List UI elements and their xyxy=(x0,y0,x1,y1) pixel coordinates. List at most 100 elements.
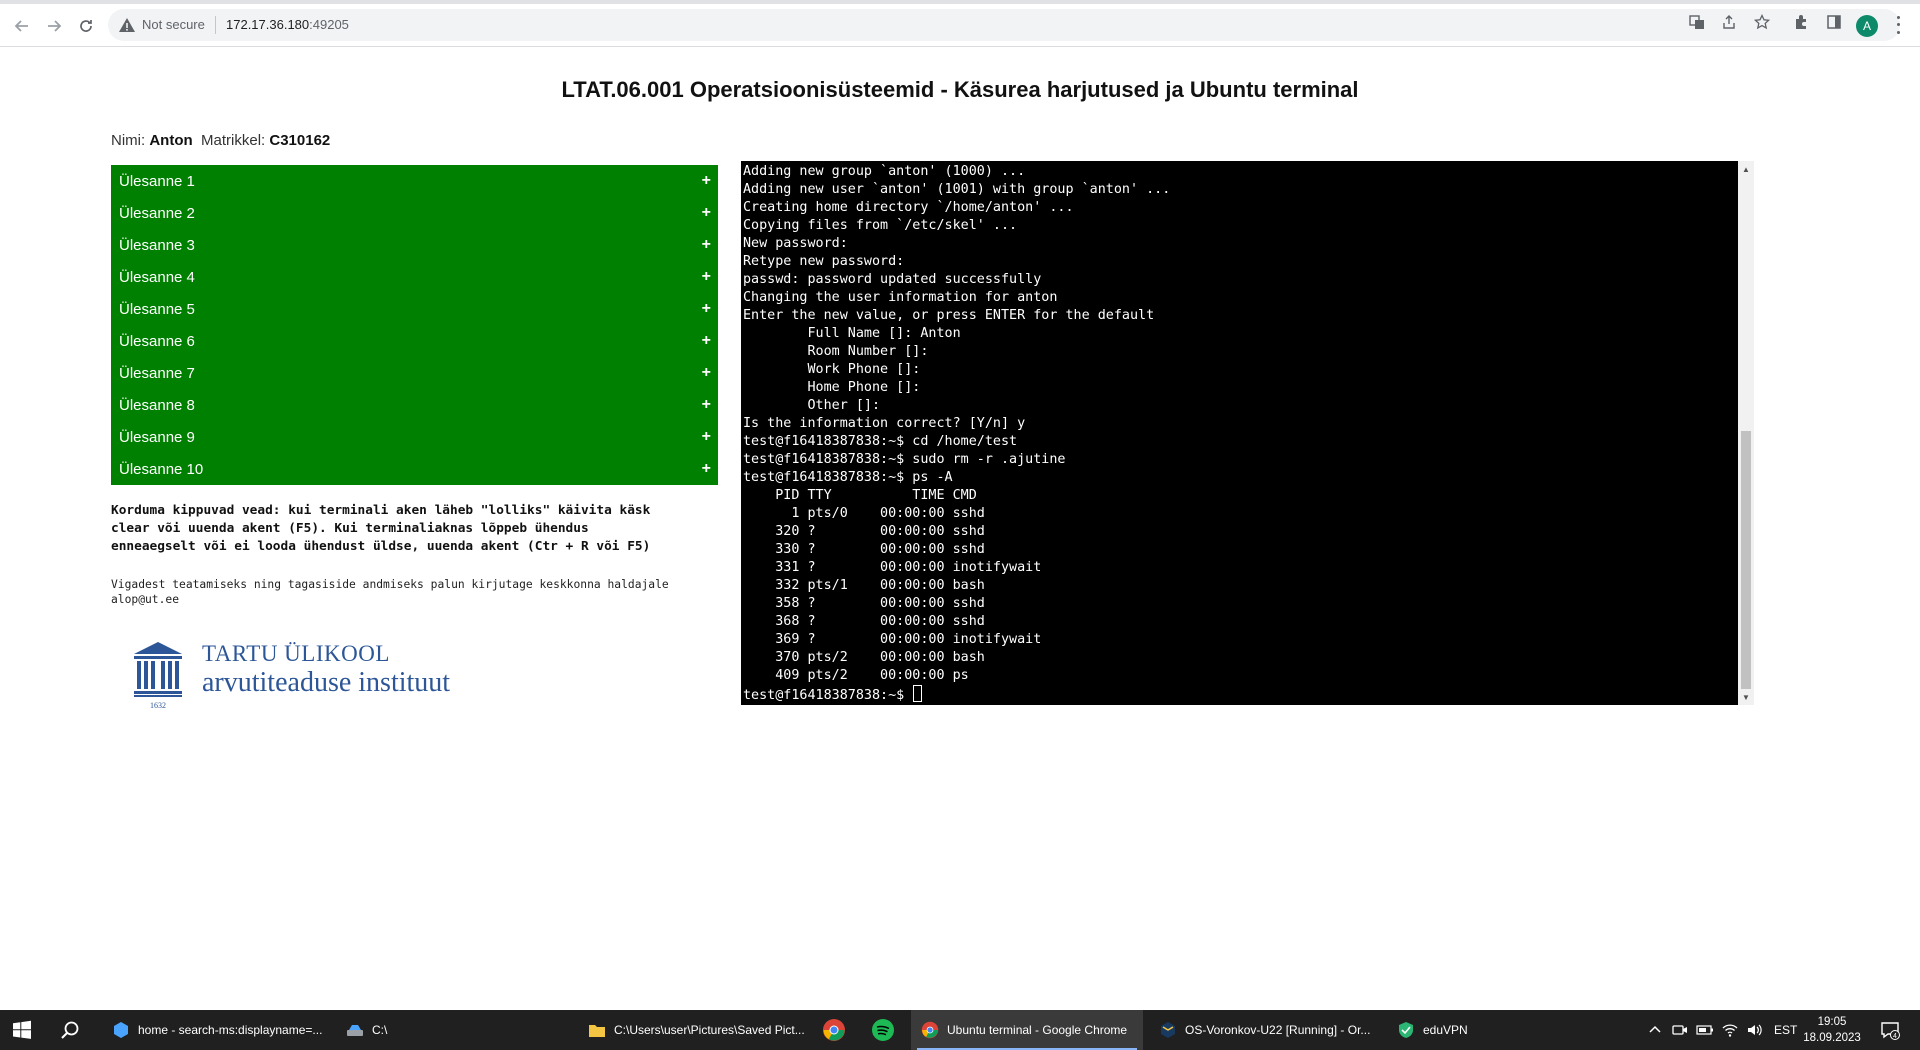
share-button[interactable] xyxy=(1720,13,1738,31)
translate-button[interactable] xyxy=(1688,13,1706,31)
expand-plus-icon: + xyxy=(701,300,711,317)
expand-plus-icon: + xyxy=(701,396,711,413)
logo-year: 1632 xyxy=(150,701,166,710)
puzzle-icon xyxy=(1796,15,1806,29)
terminal-line: Full Name []: Anton xyxy=(743,326,961,341)
task-item-4[interactable]: Ülesanne 4 + xyxy=(111,261,718,293)
terminal-window[interactable]: Adding new group `anton' (1000) ... Addin… xyxy=(741,161,1754,705)
task-item-6[interactable]: Ülesanne 6 + xyxy=(111,325,718,357)
task-label: Ülesanne 7 xyxy=(119,364,195,382)
task-label: Ülesanne 6 xyxy=(119,332,195,350)
taskbar-label: eduVPN xyxy=(1423,1023,1468,1037)
task-item-9[interactable]: Ülesanne 9 + xyxy=(111,421,718,453)
terminal-line: 409 pts/2 00:00:00 ps xyxy=(743,668,969,683)
terminal-prompt-line[interactable]: test@f16418387838:~$ xyxy=(743,685,1733,703)
terminal-line: 332 pts/1 00:00:00 bash xyxy=(743,578,985,593)
side-panel-button[interactable] xyxy=(1825,13,1843,31)
url-text[interactable]: 172.17.36.180:49205 xyxy=(226,17,349,32)
feedback-line: Vigadest teatamiseks ning tagasiside and… xyxy=(111,578,669,591)
back-button[interactable] xyxy=(10,14,34,38)
terminal-line: Creating home directory `/home/anton' ..… xyxy=(743,200,1074,215)
university-building-icon: 1632 xyxy=(134,642,182,710)
expand-plus-icon: + xyxy=(701,204,711,221)
terminal-line: test@f16418387838:~$ ps -A xyxy=(743,470,953,485)
security-status[interactable]: Not secure xyxy=(142,17,205,32)
profile-avatar[interactable]: A xyxy=(1856,15,1878,37)
chevron-up-icon xyxy=(1649,1025,1661,1033)
task-item-7[interactable]: Ülesanne 7 + xyxy=(111,357,718,389)
reload-button[interactable] xyxy=(74,14,98,38)
chrome-menu-button[interactable] xyxy=(1895,14,1901,36)
terminal-line: Retype new password: xyxy=(743,254,905,269)
extensions-button[interactable] xyxy=(1792,13,1810,31)
tray-volume[interactable] xyxy=(1746,1010,1762,1050)
expand-plus-icon: + xyxy=(701,172,711,189)
task-label: Ülesanne 2 xyxy=(119,204,195,222)
task-item-8[interactable]: Ülesanne 8 + xyxy=(111,389,718,421)
tray-meet-now[interactable] xyxy=(1672,1010,1688,1050)
chrome-icon[interactable] xyxy=(822,1018,846,1042)
show-hidden-icons-button[interactable] xyxy=(1648,1010,1662,1050)
terminal-line: Enter the new value, or press ENTER for … xyxy=(743,308,1155,323)
student-info: Nimi: Anton Matrikkel: C310162 xyxy=(111,132,330,149)
spotify-icon[interactable] xyxy=(871,1018,895,1042)
browser-toolbar: Not secure 172.17.36.180:49205 A xyxy=(0,4,1920,47)
bookmark-button[interactable] xyxy=(1753,13,1771,31)
taskbar-label: Ubuntu terminal - Google Chrome xyxy=(947,1023,1128,1037)
feedback-note: Vigadest teatamiseks ning tagasiside and… xyxy=(111,577,711,607)
task-accordion: Ülesanne 1 + Ülesanne 2 + Ülesanne 3 + Üles… xyxy=(111,165,718,485)
terminal-line: Copying files from `/etc/skel' ... xyxy=(743,218,1018,233)
translate-icon xyxy=(1689,15,1704,29)
explorer-search-icon xyxy=(114,1022,128,1038)
scrollbar-thumb[interactable] xyxy=(1741,431,1751,689)
terminal-scrollbar[interactable]: ▲ ▼ xyxy=(1738,161,1754,705)
task-label: Ülesanne 8 xyxy=(119,396,195,414)
task-item-10[interactable]: Ülesanne 10 + xyxy=(111,453,718,485)
taskbar-item-explorer-search[interactable]: home - search-ms:displayname=... xyxy=(102,1010,330,1050)
terminal-line: Other []: xyxy=(743,398,881,413)
task-item-1[interactable]: Ülesanne 1 + xyxy=(111,165,718,197)
terminal-line: 330 ? 00:00:00 sshd xyxy=(743,542,985,557)
matrikkel-label: Matrikkel: xyxy=(201,132,266,149)
terminal-prompt: test@f16418387838:~$ xyxy=(743,688,913,703)
taskbar-item-drive[interactable]: C:\ xyxy=(336,1010,566,1050)
forward-button[interactable] xyxy=(42,14,66,38)
system-clock[interactable]: 19:05 18.09.2023 xyxy=(1792,1014,1872,1046)
taskbar-item-chrome-ubuntu-terminal[interactable]: Ubuntu terminal - Google Chrome xyxy=(911,1010,1143,1050)
reload-icon xyxy=(80,20,92,32)
wifi-icon xyxy=(1722,1024,1738,1037)
taskbar-item-pictures-folder[interactable]: C:\Users\user\Pictures\Saved Pict... xyxy=(578,1010,806,1050)
warning-line: enneaegselt või ei looda ühendust üldse,… xyxy=(111,539,651,554)
terminal-line: New password: xyxy=(743,236,848,251)
tray-battery[interactable] xyxy=(1696,1010,1714,1050)
address-bar[interactable]: Not secure 172.17.36.180:49205 xyxy=(108,9,1900,41)
matrikkel-value: C310162 xyxy=(269,132,331,149)
task-label: Ülesanne 1 xyxy=(119,172,195,190)
terminal-line: 370 pts/2 00:00:00 bash xyxy=(743,650,985,665)
scroll-up-arrow-icon[interactable]: ▲ xyxy=(1738,161,1754,177)
eduvpn-icon xyxy=(1399,1022,1413,1038)
drive-icon xyxy=(347,1025,363,1036)
share-icon xyxy=(1723,15,1735,29)
notification-center-icon[interactable]: 4 xyxy=(1880,1020,1900,1040)
expand-plus-icon: + xyxy=(701,268,711,285)
warning-line: clear või uuenda akent (F5). Kui termina… xyxy=(111,521,589,536)
taskbar-label: C:\Users\user\Pictures\Saved Pict... xyxy=(614,1023,805,1037)
terminal-line: 358 ? 00:00:00 sshd xyxy=(743,596,985,611)
task-item-2[interactable]: Ülesanne 2 + xyxy=(111,197,718,229)
expand-plus-icon: + xyxy=(701,332,711,349)
windows-start-icon[interactable] xyxy=(12,1020,32,1040)
clock-date: 18.09.2023 xyxy=(1803,1032,1861,1044)
camera-icon xyxy=(1672,1025,1687,1035)
taskbar-item-virtualbox[interactable]: OS-Voronkov-U22 [Running] - Or... xyxy=(1149,1010,1381,1050)
notification-count: 4 xyxy=(1893,1033,1897,1040)
tray-network[interactable] xyxy=(1722,1010,1738,1050)
taskbar-item-eduvpn[interactable]: eduVPN xyxy=(1387,1010,1497,1050)
task-item-3[interactable]: Ülesanne 3 + xyxy=(111,229,718,261)
task-label: Ülesanne 5 xyxy=(119,300,195,318)
task-item-5[interactable]: Ülesanne 5 + xyxy=(111,293,718,325)
terminal-line: 369 ? 00:00:00 inotifywait xyxy=(743,632,1042,647)
contact-email[interactable]: alop@ut.ee xyxy=(111,592,711,607)
search-icon[interactable] xyxy=(60,1020,80,1040)
scroll-down-arrow-icon[interactable]: ▼ xyxy=(1738,689,1754,705)
